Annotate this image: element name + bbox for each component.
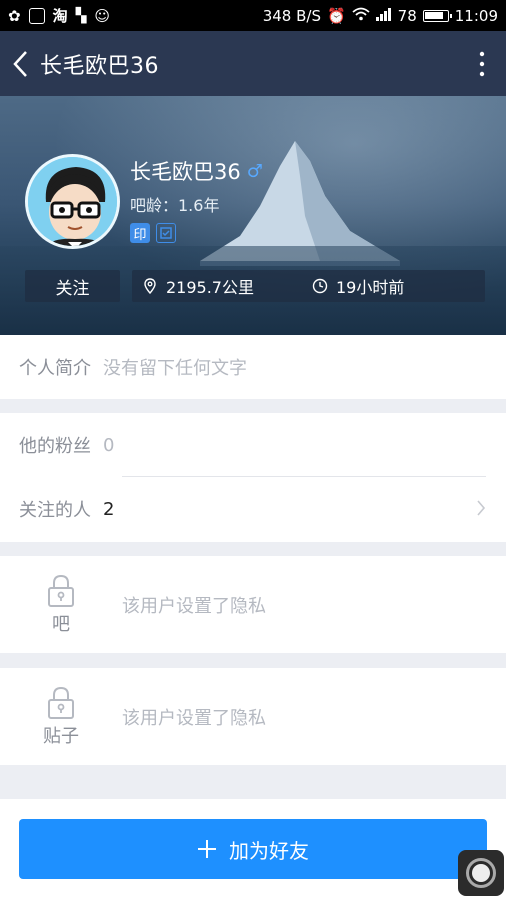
page-title: 长毛欧巴36 [40, 53, 159, 79]
message-icon: ☺ [94, 6, 111, 25]
badges: 印 [130, 223, 176, 243]
wifi-icon [352, 7, 370, 25]
bars-section: 吧 该用户设置了隐私 [0, 556, 506, 653]
bars-label: 吧 [52, 613, 70, 635]
posts-section: 贴子 该用户设置了隐私 [0, 668, 506, 765]
clock-icon [312, 278, 328, 294]
posts-privacy-text: 该用户设置了隐私 [122, 707, 266, 729]
fans-count: 0 [103, 434, 115, 456]
info-strip: 关注 2195.7公里 19小时前 [25, 270, 485, 302]
social-section: 他的粉丝 0 关注的人 2 [0, 413, 506, 542]
following-count: 2 [103, 498, 115, 520]
alarm-icon: ⏰ [326, 6, 346, 25]
profile-header: 长毛欧巴36 ♂ 吧龄：1.6年 印 关注 2195.7公里 19小时前 [0, 96, 506, 335]
forum-age: 吧龄：1.6年 [130, 196, 220, 215]
following-row[interactable]: 关注的人 2 [0, 477, 506, 541]
app-bar: 长毛欧巴36 [0, 31, 506, 96]
floating-assistive-button[interactable] [458, 850, 504, 896]
grid-icon: ▚ [75, 7, 87, 24]
more-button[interactable] [458, 31, 506, 96]
back-button[interactable] [0, 31, 40, 96]
app-notification-icon: ✿ [8, 6, 21, 25]
net-speed: 348 B/S [262, 6, 321, 25]
profile-name: 长毛欧巴36 [130, 160, 241, 184]
posts-label: 贴子 [43, 725, 79, 747]
intro-section: 个人简介 没有留下任何文字 [0, 335, 506, 399]
distance: 2195.7公里 [166, 278, 254, 297]
profile-stats: 2195.7公里 19小时前 [132, 270, 485, 302]
avatar[interactable] [25, 154, 120, 249]
location-pin-icon [144, 278, 156, 294]
member-badge-icon[interactable] [156, 223, 176, 243]
lock-icon [48, 686, 74, 719]
signal-icon [375, 7, 392, 25]
battery-icon [422, 9, 452, 22]
sim-icon [28, 7, 45, 24]
chevron-left-icon [13, 50, 27, 77]
more-vertical-icon [479, 51, 485, 76]
add-friend-label: 加为好友 [229, 838, 309, 863]
lock-icon [48, 574, 74, 607]
following-label: 关注的人 [19, 500, 91, 521]
profile-name-row: 长毛欧巴36 ♂ [130, 156, 263, 186]
notification-icons: ✿ 淘 ▚ ☺ [8, 5, 110, 26]
intro-value: 没有留下任何文字 [103, 358, 247, 379]
bars-privacy-text: 该用户设置了隐私 [122, 595, 266, 617]
intro-label: 个人简介 [19, 358, 91, 379]
chevron-right-icon [477, 500, 486, 516]
add-friend-button[interactable]: 加为好友 [19, 819, 487, 879]
fans-row[interactable]: 他的粉丝 0 [0, 413, 506, 477]
male-gender-icon: ♂ [246, 160, 263, 182]
status-bar: ✿ 淘 ▚ ☺ 348 B/S ⏰ 78 11:09 [0, 0, 506, 31]
fans-label: 他的粉丝 [19, 436, 91, 457]
battery-level: 78 [397, 6, 417, 25]
last-active: 19小时前 [336, 278, 405, 297]
bottom-bar: 加为好友 [0, 799, 506, 900]
seal-badge[interactable]: 印 [130, 223, 150, 243]
assistive-touch-icon [466, 858, 496, 888]
follow-button[interactable]: 关注 [25, 270, 120, 302]
taobao-icon: 淘 [52, 7, 68, 25]
plus-icon [198, 840, 216, 858]
clock: 11:09 [454, 6, 498, 25]
